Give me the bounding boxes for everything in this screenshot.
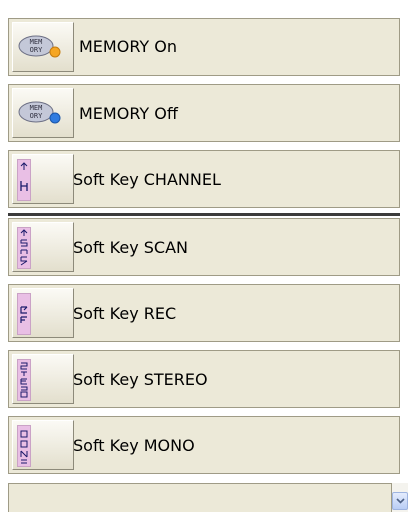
stereo-key-icon: [17, 359, 31, 401]
command-list-panel: MEM ORY MEMORY On MEM ORY MEMORY Off Sof…: [0, 0, 408, 512]
soft-key-mono-label: Soft Key MONO: [73, 436, 195, 455]
mono-key-icon: [17, 425, 31, 467]
memory-off-icon: MEM ORY: [18, 101, 61, 124]
svg-text:MEM: MEM: [30, 104, 43, 112]
channel-key-icon: [17, 159, 31, 201]
soft-key-stereo-label: Soft Key STEREO: [73, 370, 208, 389]
soft-key-mono-button[interactable]: [12, 420, 74, 470]
list-item-soft-key-stereo[interactable]: Soft Key STEREO: [8, 350, 400, 408]
list-item-soft-key-scan[interactable]: Soft Key SCAN: [8, 218, 400, 276]
svg-text:ORY: ORY: [30, 112, 43, 120]
list-item-memory-on[interactable]: MEM ORY MEMORY On: [8, 18, 400, 76]
soft-key-scan-label: Soft Key SCAN: [73, 238, 188, 257]
list-item-soft-key-rec[interactable]: Soft Key REC: [8, 284, 400, 342]
svg-text:ORY: ORY: [30, 46, 43, 54]
list-item-partial[interactable]: [8, 483, 392, 512]
scan-key-icon: [17, 227, 31, 269]
soft-key-rec-button[interactable]: [12, 288, 74, 338]
memory-on-icon: MEM ORY: [18, 35, 61, 58]
soft-key-rec-label: Soft Key REC: [73, 304, 177, 323]
group-divider: [8, 213, 400, 216]
svg-text:MEM: MEM: [30, 38, 43, 46]
scroll-down-button[interactable]: [392, 492, 408, 510]
memory-on-button[interactable]: MEM ORY: [12, 22, 74, 72]
soft-key-scan-button[interactable]: [12, 222, 74, 272]
memory-off-button[interactable]: MEM ORY: [12, 88, 74, 138]
soft-key-channel-button[interactable]: [12, 154, 74, 204]
soft-key-channel-label: Soft Key CHANNEL: [73, 170, 221, 189]
list-item-soft-key-mono[interactable]: Soft Key MONO: [8, 416, 400, 474]
memory-on-label: MEMORY On: [79, 37, 177, 56]
chevron-down-icon: [396, 498, 405, 504]
list-item-memory-off[interactable]: MEM ORY MEMORY Off: [8, 84, 400, 142]
memory-off-label: MEMORY Off: [79, 104, 178, 123]
list-item-soft-key-channel[interactable]: Soft Key CHANNEL: [8, 150, 400, 208]
soft-key-stereo-button[interactable]: [12, 354, 74, 404]
rec-key-icon: [17, 293, 31, 335]
